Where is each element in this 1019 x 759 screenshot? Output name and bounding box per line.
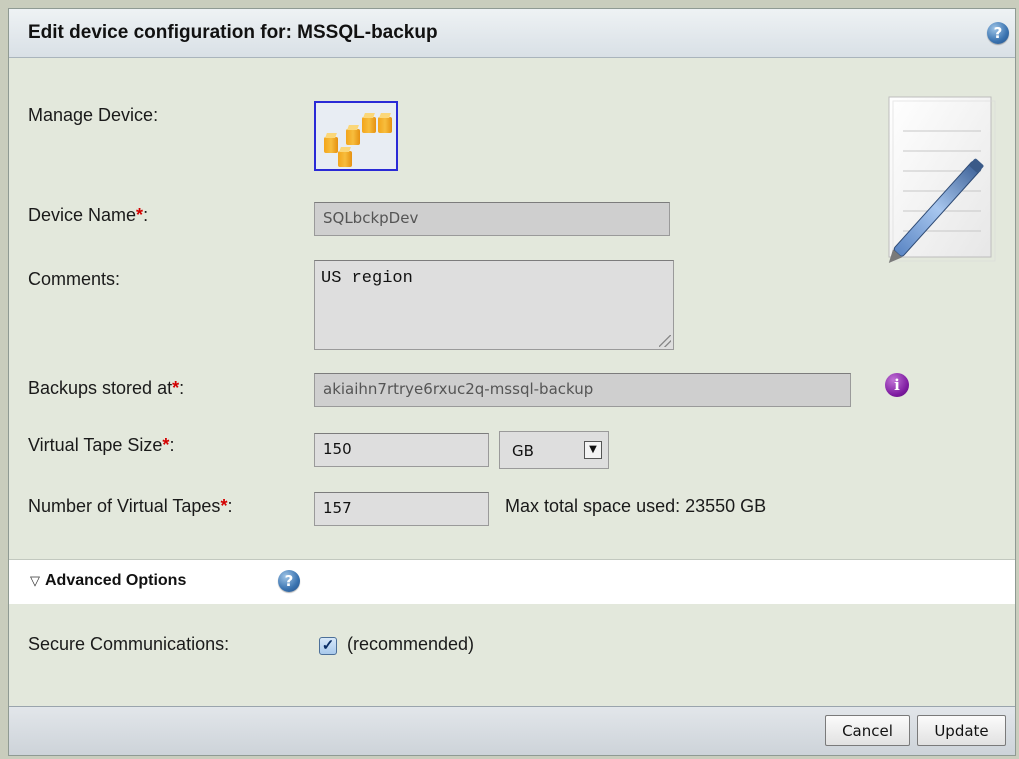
advanced-options-label: Advanced Options <box>45 572 187 589</box>
comments-textarea[interactable]: US region <box>314 260 674 350</box>
notepad-pencil-icon <box>888 96 996 263</box>
device-name-field[interactable]: SQLbckpDev <box>314 202 670 236</box>
aws-cubes-icon[interactable] <box>314 101 398 171</box>
update-button[interactable]: Update <box>917 715 1006 746</box>
tape-unit-value: GB <box>512 442 534 460</box>
advanced-options-bar: ▽ Advanced Options ? <box>9 559 1015 604</box>
secure-comms-note: (recommended) <box>347 634 475 654</box>
num-tapes-input[interactable]: 157 <box>314 492 489 526</box>
tape-size-input[interactable]: 150 <box>314 433 489 467</box>
tape-unit-select[interactable]: GB ▼ <box>499 431 609 469</box>
device-name-value: SQLbckpDev <box>323 209 419 227</box>
triangle-down-icon: ▽ <box>30 573 40 588</box>
help-question-icon[interactable]: ? <box>987 22 1009 44</box>
secure-comms-checkbox[interactable]: ✓ <box>319 637 337 655</box>
dialog-footer: Cancel Update <box>9 706 1015 755</box>
device-name-label: Device Name*: <box>28 205 149 225</box>
manage-device-label: Manage Device: <box>28 105 159 125</box>
info-icon[interactable]: i <box>885 373 909 397</box>
backups-stored-field[interactable]: akiaihn7rtrye6rxuc2q-mssql-backup <box>314 373 851 407</box>
dialog-header: Edit device configuration for: MSSQL-bac… <box>9 9 1015 58</box>
secure-comms-label: Secure Communications: <box>28 634 230 654</box>
tape-size-value: 150 <box>323 440 352 458</box>
comments-label: Comments: <box>28 269 121 289</box>
max-space-text: Max total space used: 23550 GB <box>505 496 767 516</box>
backups-stored-label: Backups stored at*: <box>28 378 185 398</box>
num-tapes-label: Number of Virtual Tapes*: <box>28 496 233 516</box>
cancel-button[interactable]: Cancel <box>825 715 910 746</box>
num-tapes-value: 157 <box>323 499 352 517</box>
backups-stored-value: akiaihn7rtrye6rxuc2q-mssql-backup <box>323 380 594 398</box>
resize-grip-icon[interactable] <box>659 335 671 347</box>
comments-value: US region <box>321 269 413 288</box>
advanced-options-toggle[interactable]: ▽ Advanced Options <box>30 572 186 590</box>
dropdown-arrow-icon[interactable]: ▼ <box>584 441 602 459</box>
edit-device-dialog: Edit device configuration for: MSSQL-bac… <box>8 8 1016 756</box>
dialog-title: Edit device configuration for: MSSQL-bac… <box>28 22 438 43</box>
tape-size-label: Virtual Tape Size*: <box>28 435 175 455</box>
advanced-help-question-icon[interactable]: ? <box>278 570 300 592</box>
